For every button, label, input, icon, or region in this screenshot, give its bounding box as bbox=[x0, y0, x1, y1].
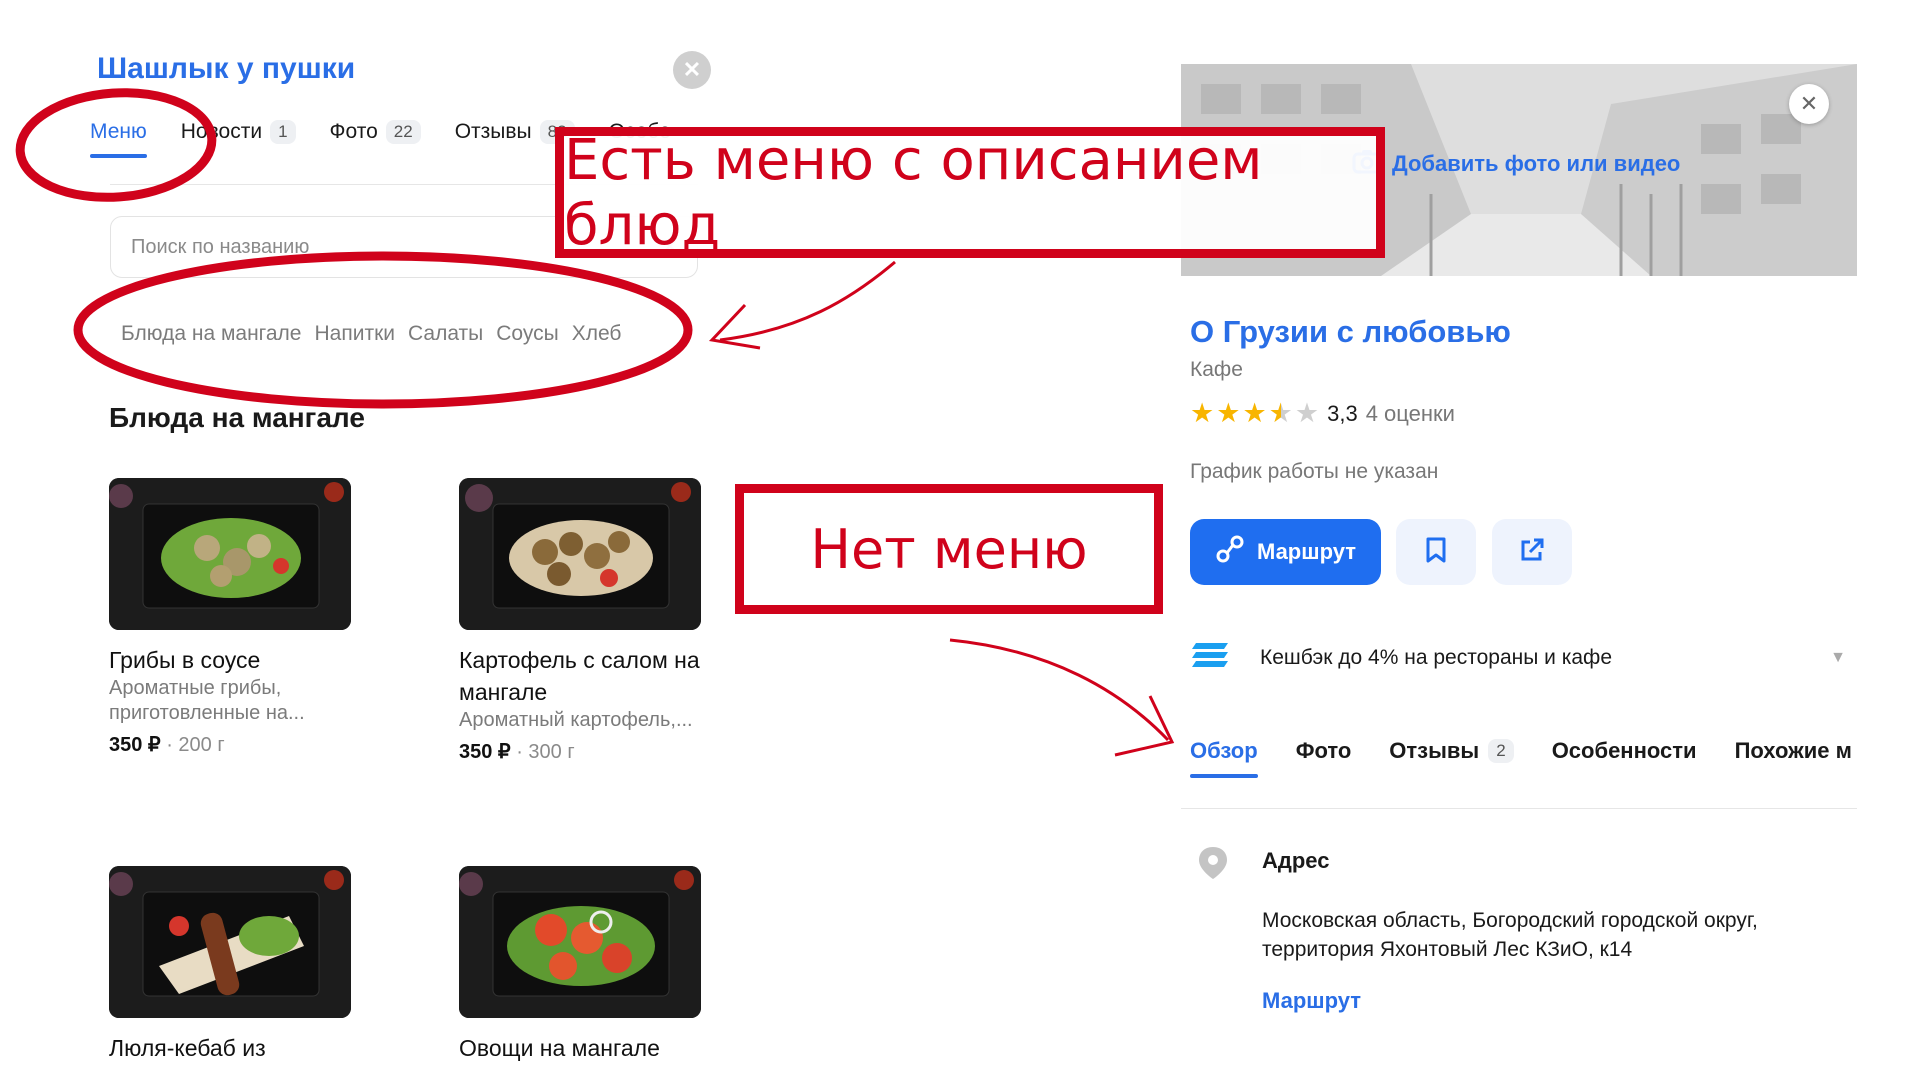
annotation-arrow-down bbox=[949, 638, 1170, 742]
annotation-has-menu: Есть меню с описанием блюд bbox=[555, 127, 1385, 258]
annotation-no-menu: Нет меню bbox=[735, 484, 1163, 614]
annotation-text: Есть меню с описанием блюд bbox=[564, 127, 1263, 258]
annotation-text: Нет меню bbox=[810, 517, 1088, 581]
annotation-arrowhead bbox=[708, 303, 761, 350]
annotation-arrow-up bbox=[719, 260, 896, 342]
annotation-arrowhead bbox=[1114, 695, 1175, 757]
annotation-ellipse-menu-tab bbox=[15, 88, 217, 202]
annotation-ellipse-categories bbox=[73, 251, 693, 409]
